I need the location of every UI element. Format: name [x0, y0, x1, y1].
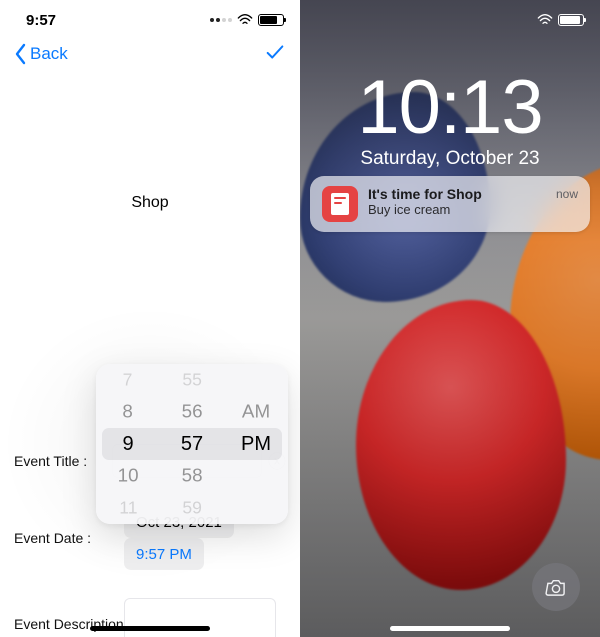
checkmark-icon	[264, 41, 286, 63]
picker-hour-selected: 9	[122, 428, 133, 460]
picker-minute-selected: 57	[181, 428, 203, 460]
status-time: 9:57	[26, 12, 56, 29]
event-time-button[interactable]: 9:57 PM	[124, 538, 204, 570]
picker-ampm-option: AM	[242, 397, 270, 427]
picker-hour-option: 11	[119, 494, 137, 522]
picker-minute-column[interactable]: 55 56 57 58 59	[160, 364, 224, 524]
notification-title: It's time for Shop	[368, 186, 546, 202]
home-indicator[interactable]	[90, 626, 210, 631]
left-content: Shop 7 8 9 10 11 55 56 57 58 59	[0, 74, 300, 212]
notification-timestamp: now	[556, 186, 578, 201]
page-title: Shop	[0, 194, 300, 212]
notification-subtitle: Buy ice cream	[368, 202, 546, 217]
back-label: Back	[30, 44, 68, 64]
picker-hour-option: 7	[123, 366, 133, 394]
phone-lock-screen: 10:13 Saturday, October 23 It's time for…	[300, 0, 600, 637]
picker-minute-option: 56	[182, 397, 203, 427]
back-button[interactable]: Back	[14, 43, 68, 65]
picker-ampm-selected: PM	[241, 428, 271, 460]
home-indicator[interactable]	[390, 626, 510, 631]
note-icon	[331, 193, 349, 215]
wifi-icon	[537, 14, 553, 26]
clock-time: 10:13	[300, 70, 600, 146]
picker-minute-option: 59	[182, 494, 202, 522]
notification-app-icon	[322, 186, 358, 222]
status-bar	[300, 0, 600, 34]
time-picker[interactable]: 7 8 9 10 11 55 56 57 58 59 AM PM	[96, 364, 288, 524]
row-event-description: Event Description :	[14, 598, 286, 637]
lockscreen-clock: 10:13 Saturday, October 23	[300, 70, 600, 170]
status-icons	[537, 14, 584, 26]
notification-body: It's time for Shop Buy ice cream	[368, 186, 546, 222]
picker-hour-column[interactable]: 7 8 9 10 11	[96, 364, 160, 524]
confirm-button[interactable]	[264, 41, 286, 68]
picker-minute-option: 58	[182, 461, 203, 491]
status-icons	[210, 14, 284, 26]
nav-bar: Back	[0, 34, 300, 74]
battery-icon	[558, 14, 584, 26]
picker-hour-option: 8	[123, 397, 133, 427]
wifi-icon	[237, 14, 253, 26]
picker-hour-option: 10	[118, 461, 139, 491]
two-phone-canvas: 9:57 Back Shop 7	[0, 0, 600, 637]
phone-edit-event: 9:57 Back Shop 7	[0, 0, 300, 637]
cellular-icon	[210, 18, 232, 22]
event-description-label: Event Description :	[14, 598, 124, 637]
notification-card[interactable]: It's time for Shop Buy ice cream now	[310, 176, 590, 232]
event-description-input[interactable]	[124, 598, 276, 637]
event-date-label: Event Date :	[14, 530, 124, 546]
chevron-left-icon	[14, 43, 28, 65]
camera-icon	[545, 578, 567, 596]
picker-ampm-column[interactable]: AM PM	[224, 364, 288, 524]
clock-date: Saturday, October 23	[300, 148, 600, 170]
lockscreen-camera-button[interactable]	[532, 563, 580, 611]
status-bar: 9:57	[0, 0, 300, 34]
picker-minute-option: 55	[182, 366, 202, 394]
battery-icon	[258, 14, 284, 26]
